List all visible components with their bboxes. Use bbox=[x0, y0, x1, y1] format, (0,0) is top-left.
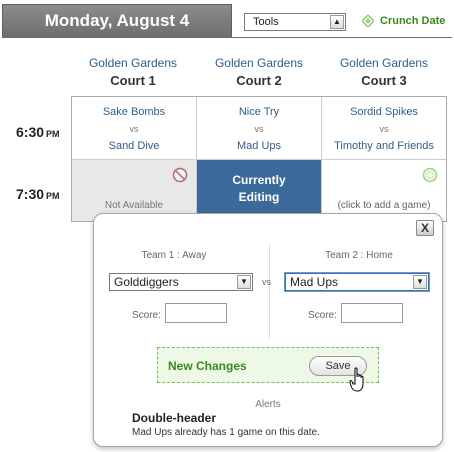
time-ampm: PM bbox=[46, 129, 60, 139]
team1-label: Team 1 : Away bbox=[141, 250, 207, 261]
team-divider bbox=[269, 244, 270, 339]
court-location[interactable]: Golden Gardens bbox=[322, 56, 446, 70]
vs-label: vs bbox=[129, 124, 139, 134]
team1-link[interactable]: Sordid Spikes bbox=[322, 106, 446, 118]
crunch-diamond-icon bbox=[362, 15, 374, 27]
chevron-down-icon: ▼ bbox=[237, 275, 251, 289]
alert-title: Double-header bbox=[132, 411, 217, 425]
not-available-label: Not Available bbox=[104, 200, 164, 211]
slot-add-game[interactable]: (click to add a game) bbox=[322, 160, 446, 221]
hand-cursor-icon bbox=[349, 367, 364, 392]
chevron-down-icon: ▲ bbox=[330, 15, 344, 29]
slot-currently-editing[interactable]: Currently Editing bbox=[197, 160, 322, 221]
team2-select[interactable]: Mad Ups ▼ bbox=[285, 273, 429, 291]
add-game-label: (click to add a game) bbox=[337, 200, 431, 211]
court-header-1: Golden Gardens Court 1 bbox=[71, 56, 195, 88]
time-ampm: PM bbox=[46, 191, 60, 201]
court-name: Court 2 bbox=[236, 73, 282, 88]
edit-game-popup: X Team 1 : Away Team 2 : Home Golddigger… bbox=[93, 213, 443, 447]
court-name: Court 1 bbox=[110, 73, 156, 88]
team2-label: Team 2 : Home bbox=[325, 250, 393, 261]
header-divider bbox=[2, 37, 452, 38]
crunch-date-label: Crunch Date bbox=[380, 15, 446, 27]
editing-label-line2: Editing bbox=[238, 190, 280, 204]
add-circle-icon bbox=[422, 167, 438, 183]
team1-score-label: Score: bbox=[132, 310, 161, 321]
team2-link[interactable]: Mad Ups bbox=[197, 140, 321, 152]
team2-score-label: Score: bbox=[308, 310, 337, 321]
court-header-2: Golden Gardens Court 2 bbox=[197, 56, 321, 88]
header: Monday, August 4 Tools ▲ Crunch Date bbox=[0, 0, 454, 38]
game-slot[interactable]: Nice Try vs Mad Ups bbox=[197, 97, 322, 160]
tools-select[interactable]: Tools ▲ bbox=[244, 13, 346, 31]
vs-label: vs bbox=[379, 124, 389, 134]
alerts-heading: Alerts bbox=[255, 399, 281, 410]
time-label-630: 6:30 PM bbox=[16, 124, 60, 140]
unavailable-icon bbox=[172, 167, 188, 183]
team2-link[interactable]: Timothy and Friends bbox=[322, 140, 446, 152]
team1-select-value: Golddiggers bbox=[114, 275, 179, 289]
vs-label: vs bbox=[262, 277, 271, 287]
team2-score-input[interactable] bbox=[341, 303, 403, 323]
team1-select[interactable]: Golddiggers ▼ bbox=[109, 273, 253, 291]
slot-not-available: Not Available bbox=[72, 160, 197, 221]
team1-link[interactable]: Nice Try bbox=[197, 106, 321, 118]
vs-label: vs bbox=[254, 124, 264, 134]
new-changes-label: New Changes bbox=[168, 359, 247, 373]
game-slot[interactable]: Sordid Spikes vs Timothy and Friends bbox=[322, 97, 446, 160]
crunch-date-link[interactable]: Crunch Date bbox=[362, 15, 445, 27]
team2-select-value: Mad Ups bbox=[290, 275, 339, 289]
date-title: Monday, August 4 bbox=[2, 4, 232, 38]
schedule-grid: Sake Bombs vs Sand Dive Nice Try vs Mad … bbox=[71, 96, 447, 222]
editing-label-line1: Currently bbox=[232, 173, 286, 187]
time-value: 7:30 bbox=[16, 186, 45, 202]
time-label-730: 7:30 PM bbox=[16, 186, 60, 202]
close-icon[interactable]: X bbox=[416, 220, 434, 236]
team1-link[interactable]: Sake Bombs bbox=[72, 106, 196, 118]
new-changes-panel: New Changes Save bbox=[157, 347, 379, 383]
team1-score-input[interactable] bbox=[165, 303, 227, 323]
court-header-3: Golden Gardens Court 3 bbox=[322, 56, 446, 88]
court-location[interactable]: Golden Gardens bbox=[71, 56, 195, 70]
time-value: 6:30 bbox=[16, 124, 45, 140]
court-location[interactable]: Golden Gardens bbox=[197, 56, 321, 70]
court-name: Court 3 bbox=[361, 73, 407, 88]
team2-link[interactable]: Sand Dive bbox=[72, 140, 196, 152]
chevron-down-icon: ▼ bbox=[413, 275, 427, 289]
alert-message: Mad Ups already has 1 game on this date. bbox=[132, 427, 320, 438]
game-slot[interactable]: Sake Bombs vs Sand Dive bbox=[72, 97, 197, 160]
tools-select-value: Tools bbox=[253, 16, 279, 28]
